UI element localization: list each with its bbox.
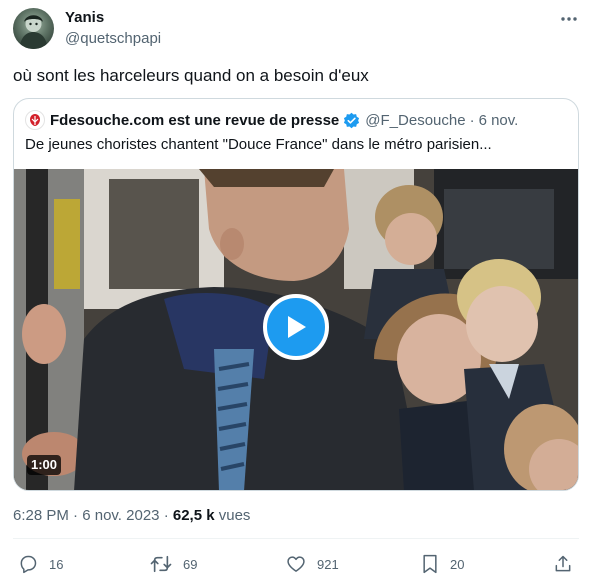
bookmark-icon [423,554,437,574]
like-count: 921 [317,556,339,572]
verified-badge-icon [344,112,360,128]
play-icon [288,316,306,338]
retweet-count: 69 [183,556,198,572]
avatar-image [19,15,48,49]
more-options-button[interactable] [557,9,581,29]
quoted-author-name[interactable]: Fdesouche.com est une revue de presse [50,112,339,129]
quoted-tweet-header: Fdesouche.com est une revue de presse @F… [25,110,518,130]
reply-icon [20,555,37,574]
author-name[interactable]: Yanis [65,9,104,26]
tweet-text: où sont les harceleurs quand on a besoin… [13,66,369,85]
meta-separator-2: · [163,507,169,524]
quoted-date[interactable]: 6 nov. [479,112,519,129]
share-icon [555,555,571,572]
like-icon [287,556,305,572]
reply-button[interactable]: 16 [18,552,63,576]
quoted-avatar [25,110,45,130]
divider [13,538,579,539]
play-button[interactable] [263,294,329,360]
video-player[interactable]: 1:00 [14,169,578,490]
quoted-tweet-text: De jeunes choristes chantent "Douce Fran… [25,136,492,153]
tweet-time[interactable]: 6:28 PM [13,507,69,524]
retweet-icon [150,555,172,573]
views-count[interactable]: 62,5 k [173,507,215,524]
tweet-meta: 6:28 PM · 6 nov. 2023 · 62,5 k vues [13,507,250,524]
video-duration: 1:00 [27,455,62,475]
fdesouche-logo-icon [30,114,40,126]
meta-separator: · [73,507,79,524]
like-button[interactable]: 921 [286,552,339,576]
quoted-separator: · [469,111,475,129]
bookmark-count: 20 [450,556,465,572]
quoted-tweet[interactable]: Fdesouche.com est une revue de presse @F… [13,98,579,491]
tweet-date[interactable]: 6 nov. 2023 [82,507,159,524]
retweet-button[interactable]: 69 [150,552,197,576]
author-handle[interactable]: @quetschpapi [65,30,161,47]
share-button[interactable] [553,552,573,576]
views-label: vues [218,507,251,524]
tweet[interactable]: Yanis @quetschpapi où sont les harceleur… [0,0,591,581]
bookmark-button[interactable]: 20 [421,552,464,576]
quoted-author-handle[interactable]: @F_Desouche [365,112,465,129]
more-options-icon [561,17,577,21]
reply-count: 16 [49,556,64,572]
action-bar: 16 69 921 20 [0,552,591,576]
avatar[interactable] [13,8,54,49]
